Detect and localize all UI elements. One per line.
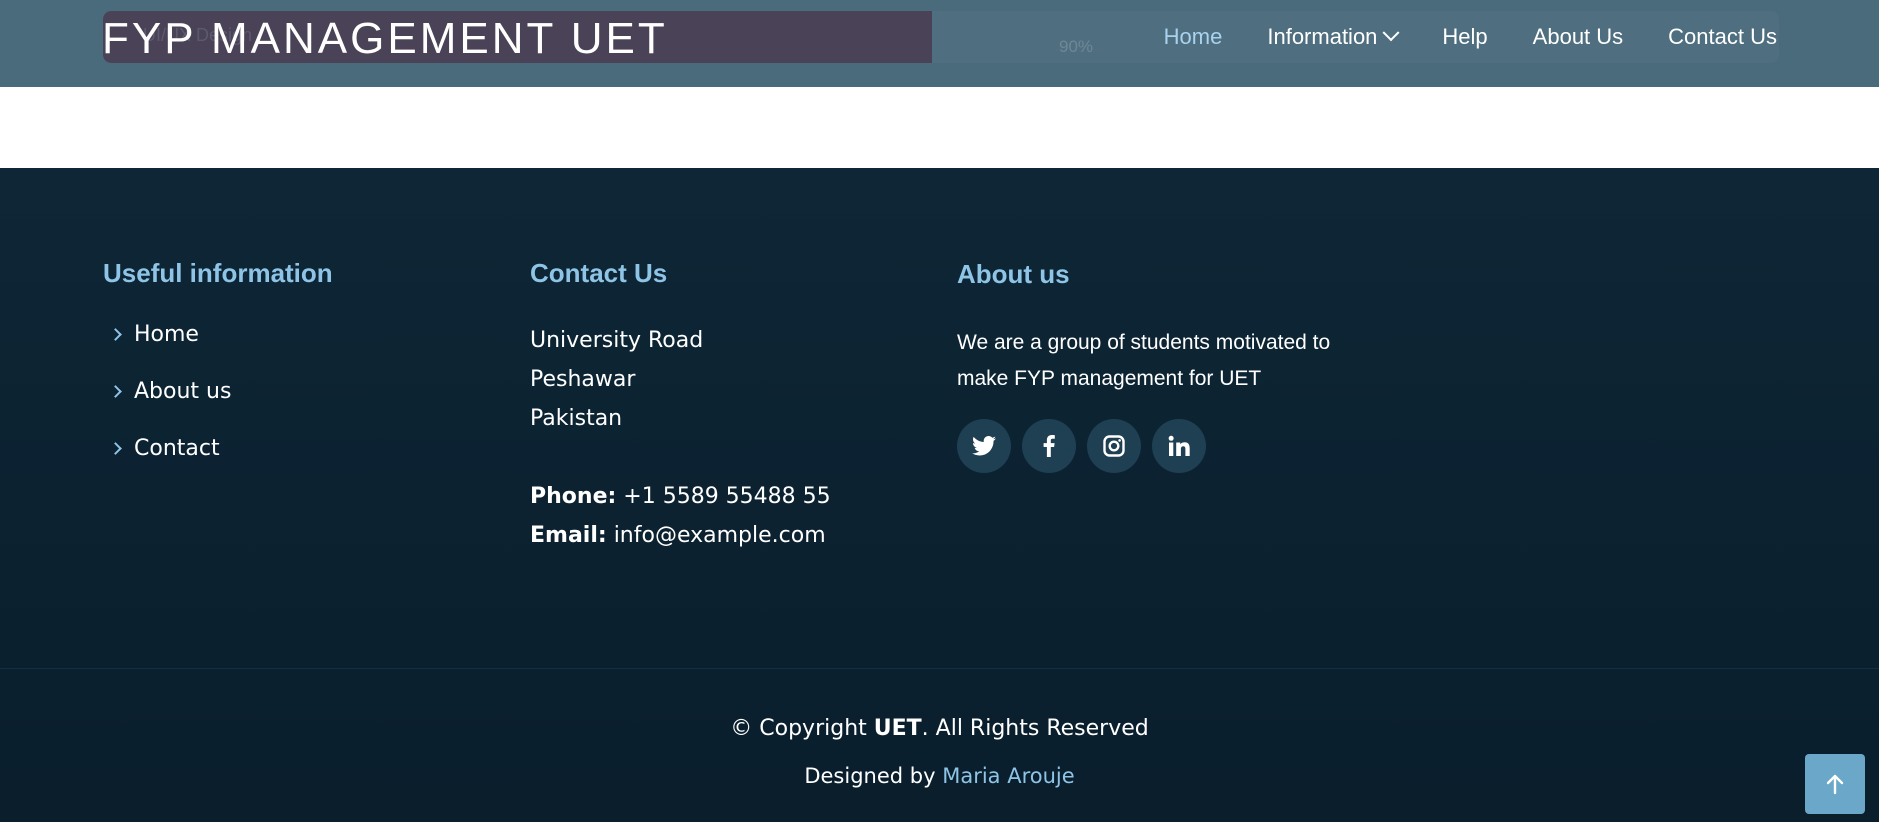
chevron-down-icon: [1382, 24, 1400, 42]
header: UI/UX Design 90% FYP MANAGEMENT UET Home…: [0, 0, 1879, 87]
nav-about-us-label: About Us: [1532, 24, 1624, 49]
twitter-button[interactable]: [957, 419, 1011, 473]
copyright-prefix: © Copyright: [730, 716, 874, 741]
main-nav: Home Information Help About Us Contact U…: [1164, 24, 1777, 50]
chevron-right-icon: [109, 385, 122, 398]
phone-label: Phone:: [530, 484, 617, 509]
contact-title: Contact Us: [530, 258, 668, 288]
footer-link-contact-label: Contact: [134, 436, 220, 461]
footer: Useful information Home About us Contact…: [0, 168, 1879, 822]
designed-prefix: Designed by: [804, 764, 943, 788]
address-line-1: University Road: [530, 328, 704, 353]
designed-by: Designed by Maria Arouje: [0, 764, 1879, 788]
linkedin-button[interactable]: [1152, 419, 1206, 473]
instagram-button[interactable]: [1087, 419, 1141, 473]
designer-link[interactable]: Maria Arouje: [942, 764, 1074, 788]
nav-help[interactable]: Help: [1442, 24, 1487, 50]
nav-contact-us-label: Contact Us: [1668, 24, 1777, 49]
footer-link-home-label: Home: [134, 322, 199, 347]
phone-value: +1 5589 55488 55: [623, 484, 831, 509]
progress-percent: 90%: [1059, 37, 1094, 56]
back-to-top-button[interactable]: [1805, 754, 1865, 814]
about-text: We are a group of students motivated to …: [957, 331, 1331, 390]
nav-contact-us[interactable]: Contact Us: [1668, 24, 1777, 50]
nav-help-label: Help: [1442, 24, 1488, 49]
nav-information-label: Information: [1267, 24, 1378, 49]
copyright-suffix: . All Rights Reserved: [921, 716, 1149, 741]
about-title: About us: [957, 259, 1070, 289]
footer-link-about-label: About us: [134, 379, 232, 404]
arrow-up-icon: [1826, 774, 1844, 795]
nav-information[interactable]: Information: [1267, 24, 1400, 50]
copyright: © Copyright UET. All Rights Reserved: [0, 716, 1879, 741]
nav-home-label: Home: [1163, 24, 1223, 49]
footer-divider: [0, 668, 1879, 669]
linkedin-icon: [1168, 435, 1190, 456]
email-value[interactable]: info@example.com: [614, 523, 826, 548]
facebook-icon: [1043, 435, 1055, 457]
instagram-icon: [1103, 435, 1125, 457]
chevron-right-icon: [109, 442, 122, 455]
footer-link-home[interactable]: Home: [103, 322, 199, 347]
facebook-button[interactable]: [1022, 419, 1076, 473]
footer-link-contact[interactable]: Contact: [103, 436, 220, 461]
chevron-right-icon: [109, 328, 122, 341]
email-line: Email: info@example.com: [530, 523, 826, 548]
phone-line: Phone: +1 5589 55488 55: [530, 484, 831, 509]
copyright-brand: UET: [873, 716, 922, 741]
twitter-icon: [972, 436, 996, 456]
email-label: Email:: [530, 523, 607, 548]
nav-home[interactable]: Home: [1164, 24, 1223, 50]
social-links: [957, 419, 1206, 473]
address-line-3: Pakistan: [530, 406, 623, 431]
address-line-2: Peshawar: [530, 367, 636, 392]
nav-about-us[interactable]: About Us: [1533, 24, 1624, 50]
site-logo[interactable]: FYP MANAGEMENT UET: [102, 14, 668, 64]
useful-info-title: Useful information: [103, 258, 333, 288]
footer-link-about[interactable]: About us: [103, 379, 231, 404]
